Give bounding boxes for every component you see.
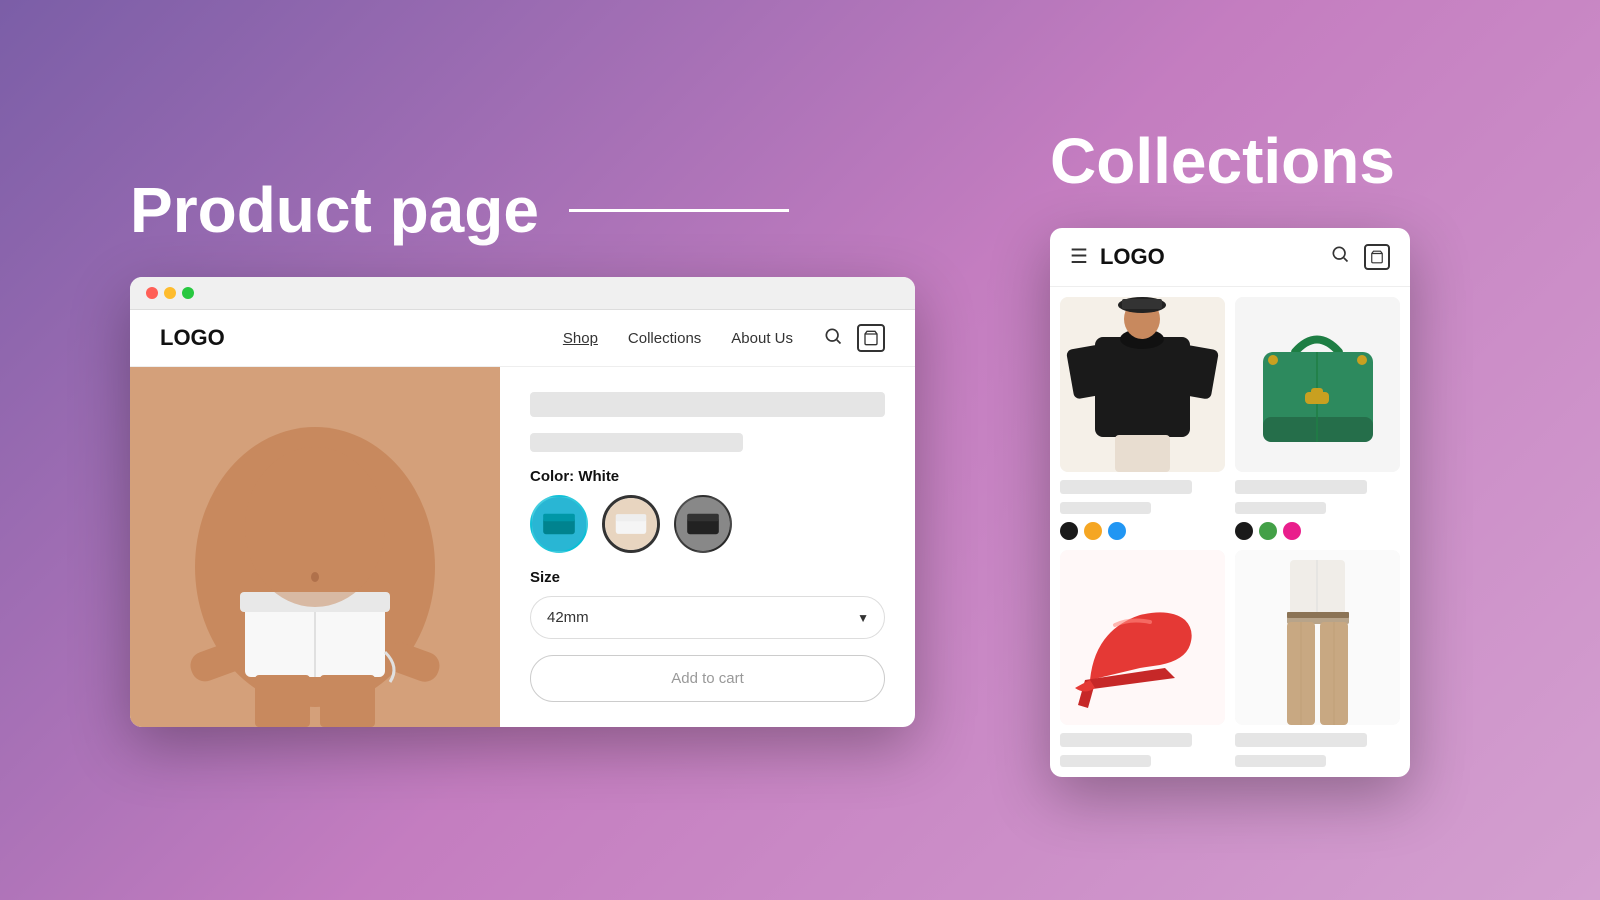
product-details: Color: White [500,367,915,727]
size-select-wrapper: 42mm 44mm 46mm 48mm [530,596,885,639]
title-divider [569,209,789,212]
browser-dot-green[interactable] [182,287,194,299]
browser-dot-red[interactable] [146,287,158,299]
collection-item-pants[interactable] [1235,550,1400,767]
sweater-price-bar [1060,502,1151,514]
bag-image [1235,297,1400,472]
product-price-placeholder [530,433,743,452]
pants-image [1235,550,1400,725]
product-nav: LOGO Shop Collections About Us [130,310,915,367]
product-content: Color: White [130,367,915,727]
bag-name-bar [1235,480,1367,494]
bag-color-pink[interactable] [1283,522,1301,540]
collection-item-bag[interactable] [1235,297,1400,540]
browser-titlebar [130,277,915,310]
browser-dot-yellow[interactable] [164,287,176,299]
sweater-name-bar [1060,480,1192,494]
mobile-nav: ☰ LOGO [1050,228,1410,287]
nav-icons [823,324,885,352]
heels-image [1060,550,1225,725]
color-label: Color: White [530,468,885,485]
nav-link-shop[interactable]: Shop [563,330,598,347]
add-to-cart-button[interactable]: Add to cart [530,655,885,702]
pants-price-bar [1235,755,1326,767]
bag-colors [1235,522,1400,540]
mobile-cart-icon[interactable] [1364,244,1390,270]
nav-link-about[interactable]: About Us [731,330,793,347]
collections-grid [1050,287,1410,777]
collection-item-heels[interactable] [1060,550,1225,767]
product-logo: LOGO [160,325,225,351]
sweater-color-black[interactable] [1060,522,1078,540]
browser-mockup: LOGO Shop Collections About Us [130,277,915,727]
product-page-heading: Product page [130,173,789,247]
product-image-area [130,367,500,727]
product-page-title: Product page [130,173,539,247]
size-section: Size 42mm 44mm 46mm 48mm [530,569,885,639]
color-section: Color: White [530,468,885,553]
swatch-black[interactable] [674,495,732,553]
sweater-colors [1060,522,1225,540]
pants-name-bar [1235,733,1367,747]
search-icon[interactable] [823,326,843,351]
right-section: Collections ☰ LOGO [1050,124,1470,777]
nav-link-collections[interactable]: Collections [628,330,701,347]
size-label: Size [530,569,885,586]
collection-item-sweater[interactable] [1060,297,1225,540]
mobile-nav-icons [1330,244,1390,270]
sweater-color-blue[interactable] [1108,522,1126,540]
bag-color-green[interactable] [1259,522,1277,540]
mobile-mockup: ☰ LOGO [1050,228,1410,777]
nav-links: Shop Collections About Us [563,330,793,347]
heels-price-bar [1060,755,1151,767]
cart-icon[interactable] [857,324,885,352]
heels-name-bar [1060,733,1192,747]
bag-price-bar [1235,502,1326,514]
swatch-cyan[interactable] [530,495,588,553]
left-section: Product page LOGO Shop Collections About… [130,173,950,727]
swatch-white[interactable] [602,495,660,553]
collections-heading: Collections [1050,124,1395,198]
color-swatches [530,495,885,553]
mobile-menu-icon[interactable]: ☰ [1070,244,1088,269]
mobile-logo: LOGO [1100,244,1330,270]
sweater-color-orange[interactable] [1084,522,1102,540]
sweater-image [1060,297,1225,472]
size-select[interactable]: 42mm 44mm 46mm 48mm [530,596,885,639]
bag-color-black[interactable] [1235,522,1253,540]
mobile-search-icon[interactable] [1330,244,1350,270]
product-title-placeholder [530,392,885,417]
